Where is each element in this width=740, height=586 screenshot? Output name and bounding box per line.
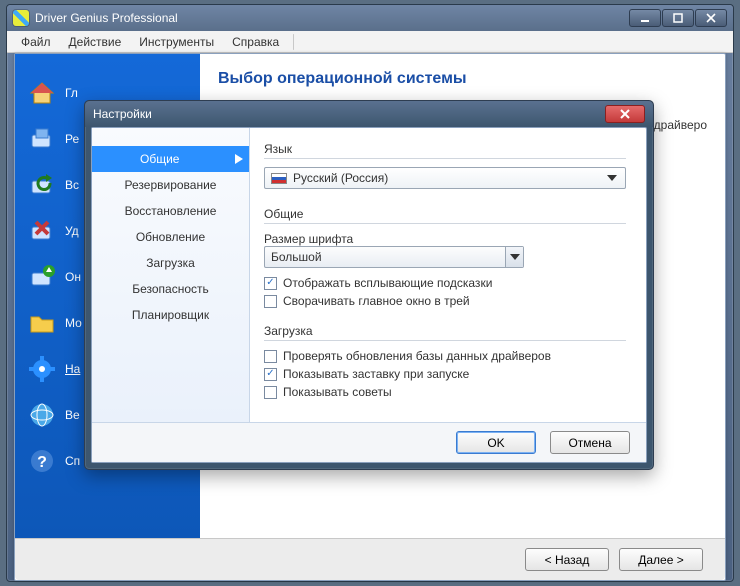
sidebar-label: Сп bbox=[65, 454, 80, 468]
category-label: Загрузка bbox=[146, 256, 195, 270]
category-label: Резервирование bbox=[125, 178, 217, 192]
next-label: Далее > bbox=[638, 553, 684, 567]
back-label: < Назад bbox=[545, 553, 590, 567]
font-size-label: Размер шрифта bbox=[264, 232, 626, 246]
maximize-button[interactable] bbox=[662, 9, 694, 27]
checkbox-tooltips[interactable] bbox=[264, 277, 277, 290]
globe-icon bbox=[27, 400, 57, 430]
back-button[interactable]: < Назад bbox=[525, 548, 609, 571]
dialog-close-button[interactable] bbox=[605, 105, 645, 123]
help-icon: ? bbox=[27, 446, 57, 476]
next-button[interactable]: Далее > bbox=[619, 548, 703, 571]
checkbox-splash-label: Показывать заставку при запуске bbox=[283, 367, 469, 381]
sidebar-label: Вс bbox=[65, 178, 79, 192]
liveupdate-icon bbox=[27, 262, 57, 292]
checkbox-tips-label: Показывать советы bbox=[283, 385, 392, 399]
category-label: Планировщик bbox=[132, 308, 209, 322]
category-download[interactable]: Загрузка bbox=[92, 250, 249, 276]
category-general[interactable]: Общие bbox=[92, 146, 249, 172]
category-label: Безопасность bbox=[132, 282, 209, 296]
menu-help[interactable]: Справка bbox=[224, 33, 287, 51]
language-select[interactable]: Русский (Россия) bbox=[264, 167, 626, 189]
dialog-titlebar[interactable]: Настройки bbox=[85, 101, 653, 127]
ok-button[interactable]: OK bbox=[456, 431, 536, 454]
minimize-button[interactable] bbox=[629, 9, 661, 27]
sidebar-label: Он bbox=[65, 270, 81, 284]
settings-dialog: Настройки Общие Резервирование Восстанов… bbox=[84, 100, 654, 470]
gear-icon bbox=[27, 354, 57, 384]
sidebar-label: Уд bbox=[65, 224, 79, 238]
sidebar-label: Гл bbox=[65, 86, 78, 100]
flag-icon bbox=[271, 173, 287, 184]
sidebar-label: На bbox=[65, 362, 80, 376]
sidebar-label: Ре bbox=[65, 132, 79, 146]
divider bbox=[264, 340, 626, 341]
language-value: Русский (Россия) bbox=[293, 171, 388, 185]
page-title: Выбор операционной системы bbox=[218, 70, 707, 88]
dialog-title: Настройки bbox=[93, 107, 152, 121]
divider bbox=[264, 158, 626, 159]
checkbox-tray[interactable] bbox=[264, 295, 277, 308]
general-section-label: Общие bbox=[264, 207, 626, 221]
category-scheduler[interactable]: Планировщик bbox=[92, 302, 249, 328]
checkbox-tray-label: Сворачивать главное окно в трей bbox=[283, 294, 470, 308]
checkbox-splash[interactable] bbox=[264, 368, 277, 381]
settings-content: Язык Русский (Россия) Общие Размер шрифт… bbox=[250, 128, 646, 422]
category-label: Обновление bbox=[136, 230, 205, 244]
category-update[interactable]: Обновление bbox=[92, 224, 249, 250]
chevron-right-icon bbox=[235, 154, 243, 164]
category-security[interactable]: Безопасность bbox=[92, 276, 249, 302]
wizard-footer: < Назад Далее > bbox=[15, 538, 725, 580]
font-size-select[interactable]: Большой bbox=[264, 246, 524, 268]
menu-tools[interactable]: Инструменты bbox=[131, 33, 222, 51]
chevron-down-icon bbox=[603, 171, 621, 185]
app-title: Driver Genius Professional bbox=[35, 11, 178, 25]
close-button[interactable] bbox=[695, 9, 727, 27]
folder-icon bbox=[27, 308, 57, 338]
minimize-icon bbox=[640, 13, 650, 23]
close-icon bbox=[619, 109, 631, 119]
checkbox-check-updates[interactable] bbox=[264, 350, 277, 363]
home-icon bbox=[27, 78, 57, 108]
language-section-label: Язык bbox=[264, 142, 626, 156]
titlebar[interactable]: Driver Genius Professional bbox=[7, 5, 733, 31]
dialog-footer: OK Отмена bbox=[92, 422, 646, 462]
checkbox-tooltips-label: Отображать всплывающие подсказки bbox=[283, 276, 492, 290]
ok-label: OK bbox=[487, 436, 504, 450]
divider bbox=[264, 223, 626, 224]
app-icon bbox=[13, 10, 29, 26]
checkbox-check-updates-label: Проверять обновления базы данных драйвер… bbox=[283, 349, 551, 363]
settings-categories: Общие Резервирование Восстановление Обно… bbox=[92, 128, 250, 422]
checkbox-tips[interactable] bbox=[264, 386, 277, 399]
menu-action[interactable]: Действие bbox=[61, 33, 130, 51]
chevron-down-icon bbox=[505, 247, 523, 267]
category-backup[interactable]: Резервирование bbox=[92, 172, 249, 198]
menu-separator bbox=[293, 34, 294, 50]
download-section-label: Загрузка bbox=[264, 324, 626, 338]
uninstall-icon bbox=[27, 216, 57, 246]
cancel-label: Отмена bbox=[568, 436, 611, 450]
sidebar-label: Ве bbox=[65, 408, 80, 422]
restore-icon bbox=[27, 170, 57, 200]
category-label: Общие bbox=[140, 152, 179, 166]
menu-file[interactable]: Файл bbox=[13, 33, 59, 51]
menubar: Файл Действие Инструменты Справка bbox=[7, 31, 733, 53]
backup-icon bbox=[27, 124, 57, 154]
maximize-icon bbox=[673, 13, 683, 23]
cancel-button[interactable]: Отмена bbox=[550, 431, 630, 454]
close-icon bbox=[706, 13, 716, 23]
category-label: Восстановление bbox=[125, 204, 217, 218]
category-restore[interactable]: Восстановление bbox=[92, 198, 249, 224]
svg-text:?: ? bbox=[37, 454, 47, 471]
font-size-value: Большой bbox=[271, 250, 322, 264]
sidebar-label: Мо bbox=[65, 316, 82, 330]
